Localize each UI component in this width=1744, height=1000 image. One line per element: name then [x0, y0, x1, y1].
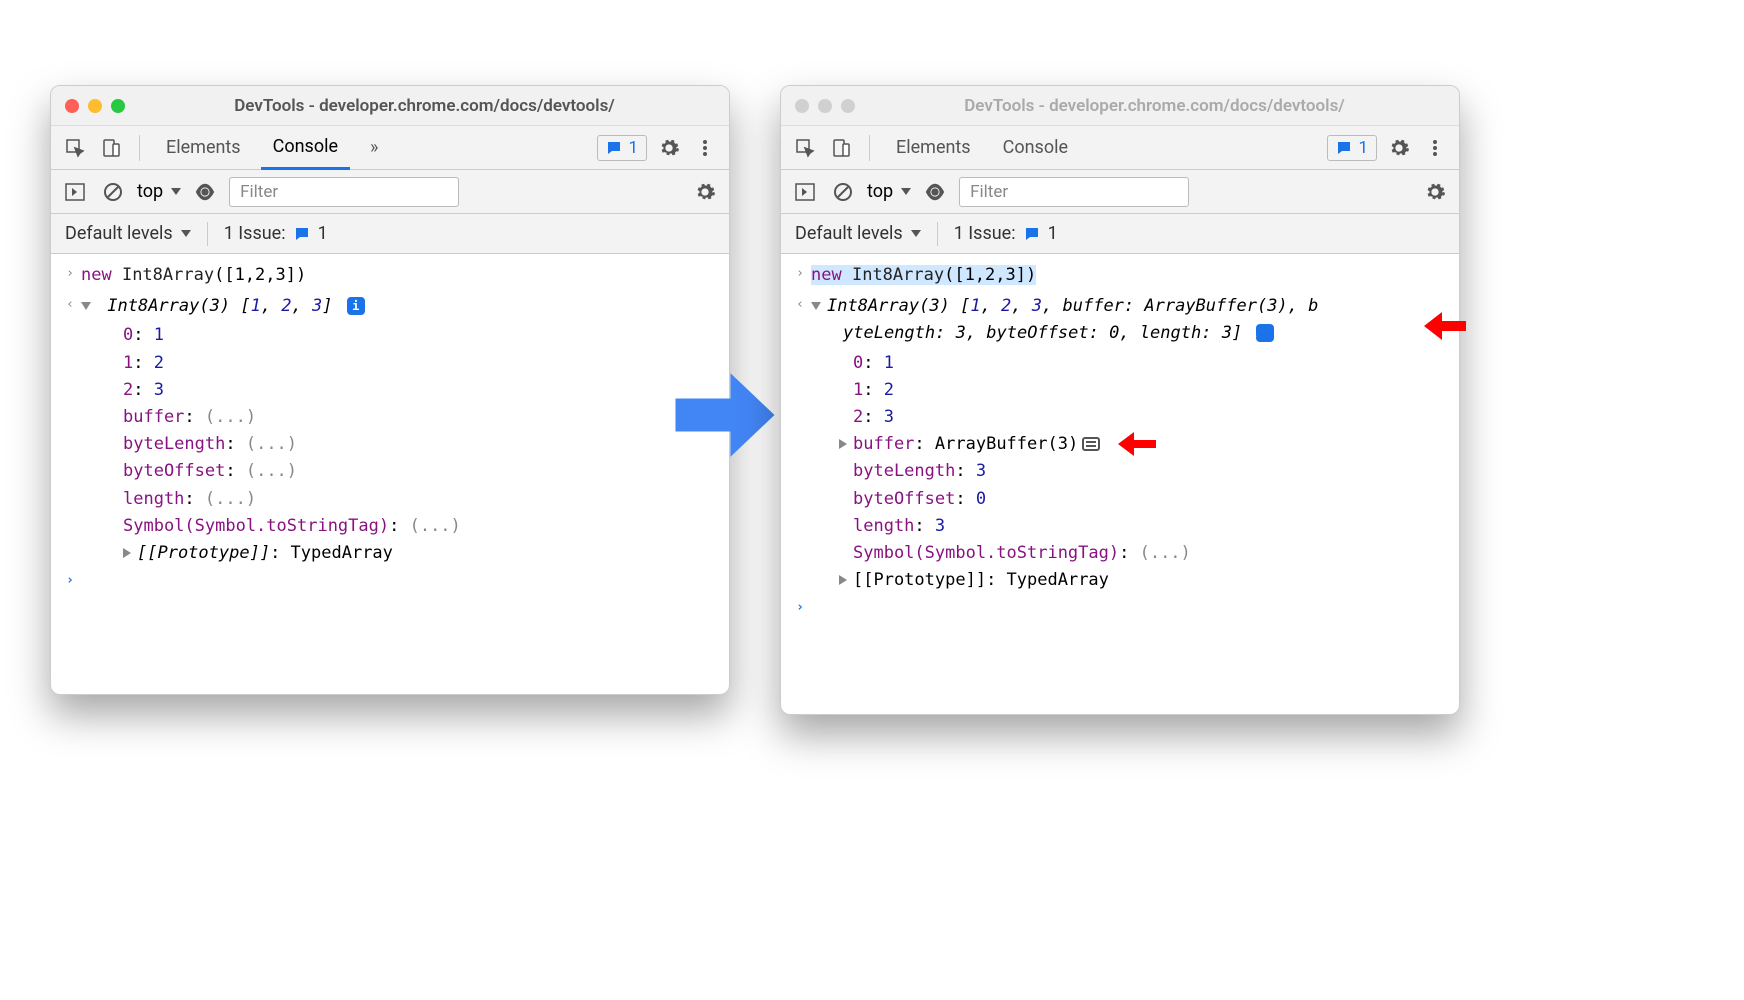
inspect-icon[interactable] [791, 134, 819, 162]
context-selector[interactable]: top [137, 181, 181, 202]
issues-link[interactable]: 1 Issue: 1 [224, 223, 328, 244]
expand-icon[interactable] [839, 575, 847, 585]
info-icon[interactable]: i [347, 297, 365, 315]
window-title: DevTools - developer.chrome.com/docs/dev… [864, 96, 1445, 116]
console-result-row[interactable]: ‹ Int8Array(3) [1, 2, 3] i [59, 291, 721, 322]
tab-more[interactable]: » [358, 126, 390, 170]
console-output: › new Int8Array([1,2,3]) ‹ Int8Array(3) … [51, 254, 729, 600]
tab-elements[interactable]: Elements [154, 126, 253, 170]
console-toolbar: top Filter [51, 170, 729, 214]
console-input-row: › new Int8Array([1,2,3]) [789, 260, 1451, 291]
console-output: › new Int8Array([1,2,3]) ‹ Int8Array(3) … [781, 254, 1459, 627]
inspect-icon[interactable] [61, 134, 89, 162]
gear-icon[interactable] [1385, 134, 1413, 162]
minimize-icon[interactable] [88, 99, 102, 113]
window-title: DevTools - developer.chrome.com/docs/dev… [134, 96, 715, 116]
prop-row: 1: 2 [853, 377, 1451, 404]
levels-selector[interactable]: Default levels [65, 223, 191, 244]
tab-strip: Elements Console 1 [781, 126, 1459, 170]
minimize-icon[interactable] [818, 99, 832, 113]
issues-link[interactable]: 1 Issue: 1 [954, 223, 1058, 244]
prop-row: 1: 2 [123, 350, 721, 377]
console-toolbar-2: Default levels 1 Issue: 1 [51, 214, 729, 254]
console-input-row: › new Int8Array([1,2,3]) [59, 260, 721, 291]
tab-strip: Elements Console » 1 [51, 126, 729, 170]
console-settings-icon[interactable] [691, 178, 719, 206]
prop-row: 0: 1 [853, 350, 1451, 377]
prop-row[interactable]: [[Prototype]]: TypedArray [839, 567, 1451, 594]
titlebar: DevTools - developer.chrome.com/docs/dev… [781, 86, 1459, 126]
devtools-window-after: DevTools - developer.chrome.com/docs/dev… [780, 85, 1460, 715]
clear-icon[interactable] [829, 178, 857, 206]
devtools-window-before: DevTools - developer.chrome.com/docs/dev… [50, 85, 730, 695]
console-prompt[interactable]: › [59, 567, 721, 594]
tab-elements[interactable]: Elements [884, 126, 983, 170]
zoom-icon[interactable] [111, 99, 125, 113]
console-settings-icon[interactable] [1421, 178, 1449, 206]
expand-toggle-icon[interactable] [81, 302, 91, 310]
prop-row: 2: 3 [123, 377, 721, 404]
zoom-icon[interactable] [841, 99, 855, 113]
close-icon[interactable] [795, 99, 809, 113]
expand-icon[interactable] [123, 548, 131, 558]
annotation-arrow-icon [1118, 432, 1156, 456]
memory-icon[interactable] [1082, 437, 1100, 451]
messages-badge[interactable]: 1 [597, 135, 647, 161]
clear-icon[interactable] [99, 178, 127, 206]
filter-input[interactable]: Filter [959, 177, 1189, 207]
device-icon[interactable] [97, 134, 125, 162]
messages-badge[interactable]: 1 [1327, 135, 1377, 161]
prop-row: byteLength: 3 [853, 458, 1451, 485]
console-toolbar-2: Default levels 1 Issue: 1 [781, 214, 1459, 254]
console-result-row[interactable]: ‹ Int8Array(3) [1, 2, 3, buffer: ArrayBu… [789, 291, 1451, 349]
device-icon[interactable] [827, 134, 855, 162]
expand-toggle-icon[interactable] [811, 302, 821, 310]
tab-console[interactable]: Console [991, 126, 1080, 170]
kebab-icon[interactable] [691, 134, 719, 162]
context-selector[interactable]: top [867, 181, 911, 202]
console-toolbar: top Filter [781, 170, 1459, 214]
info-icon[interactable]: i [1256, 324, 1274, 342]
prop-row[interactable]: byteOffset: (...) [123, 458, 721, 485]
console-prompt[interactable]: › [789, 594, 1451, 621]
kebab-icon[interactable] [1421, 134, 1449, 162]
titlebar: DevTools - developer.chrome.com/docs/dev… [51, 86, 729, 126]
annotation-arrow-icon [1424, 312, 1466, 340]
levels-selector[interactable]: Default levels [795, 223, 921, 244]
gear-icon[interactable] [655, 134, 683, 162]
prop-row[interactable]: buffer: ArrayBuffer(3) [839, 431, 1451, 458]
prop-row: byteOffset: 0 [853, 486, 1451, 513]
prop-row: 2: 3 [853, 404, 1451, 431]
prop-row[interactable]: byteLength: (...) [123, 431, 721, 458]
prop-row[interactable]: length: (...) [123, 486, 721, 513]
live-expression-icon[interactable] [191, 178, 219, 206]
prop-row[interactable]: Symbol(Symbol.toStringTag): (...) [853, 540, 1451, 567]
prop-row[interactable]: buffer: (...) [123, 404, 721, 431]
prop-row: length: 3 [853, 513, 1451, 540]
prop-row: 0: 1 [123, 322, 721, 349]
expand-icon[interactable] [839, 439, 847, 449]
live-expression-icon[interactable] [921, 178, 949, 206]
sidebar-toggle-icon[interactable] [791, 178, 819, 206]
filter-input[interactable]: Filter [229, 177, 459, 207]
sidebar-toggle-icon[interactable] [61, 178, 89, 206]
close-icon[interactable] [65, 99, 79, 113]
prop-row[interactable]: [[Prototype]]: TypedArray [123, 540, 721, 567]
prop-row[interactable]: Symbol(Symbol.toStringTag): (...) [123, 513, 721, 540]
comparison-arrow-icon [670, 360, 780, 470]
tab-console[interactable]: Console [261, 126, 350, 170]
